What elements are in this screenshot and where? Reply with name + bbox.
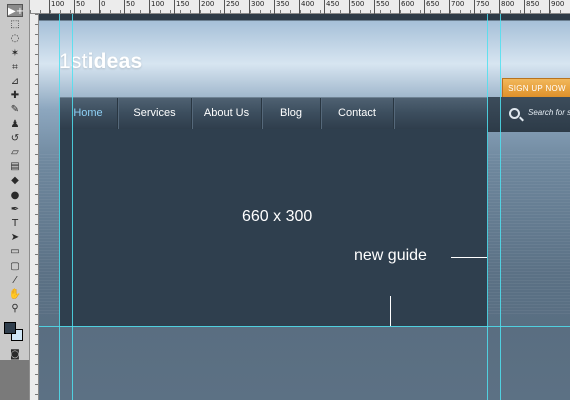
ruler-major-tick — [524, 0, 525, 14]
history-brush-tool[interactable]: ↺ — [7, 132, 23, 145]
magic-wand-tool[interactable]: ✶ — [7, 47, 23, 60]
ruler-major-tick — [224, 0, 225, 14]
ruler-label: 550 — [376, 0, 390, 8]
blur-tool[interactable]: ◆ — [7, 174, 23, 187]
hand-tool[interactable]: ✋ — [7, 288, 23, 301]
ruler-major-tick — [49, 0, 50, 14]
brush-tool[interactable]: ✎ — [7, 103, 23, 116]
pen-tool[interactable]: ✒ — [7, 203, 23, 216]
nav-item-home[interactable]: Home — [59, 98, 118, 129]
ruler-label: 0 — [101, 0, 106, 8]
logo-thin-text: 1st — [59, 50, 88, 73]
path-selection-tool[interactable]: ➤ — [7, 231, 23, 244]
nav-item-services[interactable]: Services — [118, 98, 192, 129]
ruler-label: 900 — [551, 0, 565, 8]
logo-bold-text: ideas — [87, 50, 143, 73]
document-canvas[interactable]: 1stideas SIGN UP NOW Home Services About… — [39, 14, 570, 400]
ruler-label: 400 — [301, 0, 315, 8]
stamp-tool[interactable]: ♟ — [7, 118, 23, 131]
type-tool[interactable]: T — [7, 217, 23, 230]
gradient-tool[interactable]: ▤ — [7, 160, 23, 173]
move-tool[interactable]: ▶+ — [7, 4, 24, 17]
eyedropper-tool[interactable]: ⁄ — [7, 274, 23, 287]
ruler-label: 800 — [501, 0, 515, 8]
ruler-major-tick — [199, 0, 200, 14]
screen-mode-area — [0, 360, 29, 400]
nav-item-blog[interactable]: Blog — [262, 98, 321, 129]
ruler-major-tick — [124, 0, 125, 14]
ruler-label: 50 — [126, 0, 135, 8]
ruler-major-tick — [349, 0, 350, 14]
vertical-ruler[interactable] — [30, 14, 39, 400]
ruler-major-tick — [324, 0, 325, 14]
notes-tool[interactable]: ▢ — [7, 260, 23, 273]
ruler-label: 750 — [476, 0, 490, 8]
ruler-major-tick — [499, 0, 500, 14]
ruler-label: 350 — [276, 0, 290, 8]
guide-vertical[interactable] — [500, 14, 501, 400]
horizontal-ruler[interactable]: 100 50 0 50 100 150 200 250 300 350 400 450 500 550 60… — [30, 0, 570, 14]
ruler-major-tick — [99, 0, 100, 14]
annotation-line-horizontal — [451, 257, 487, 258]
ruler-label: 500 — [351, 0, 365, 8]
annotation-line-vertical — [390, 296, 391, 326]
main-nav: Home Services About Us Blog Contact — [59, 97, 488, 129]
ruler-label: 850 — [526, 0, 540, 8]
top-strip — [39, 14, 570, 20]
guide-vertical[interactable] — [59, 14, 60, 400]
guide-vertical[interactable] — [72, 14, 73, 400]
healing-brush-tool[interactable]: ✚ — [7, 89, 23, 102]
dodge-tool[interactable]: ● — [7, 189, 23, 202]
dimensions-label: 660 x 300 — [242, 208, 313, 225]
ruler-major-tick — [449, 0, 450, 14]
content-placeholder-block — [59, 129, 488, 326]
ruler-label: 600 — [401, 0, 415, 8]
ruler-major-tick — [299, 0, 300, 14]
ruler-label: 200 — [201, 0, 215, 8]
ruler-major-tick — [549, 0, 550, 14]
eraser-tool[interactable]: ▱ — [7, 146, 23, 159]
lower-content-area — [39, 326, 570, 400]
nav-item-about-us[interactable]: About Us — [192, 98, 262, 129]
ruler-label: 100 — [151, 0, 165, 8]
ruler-major-tick — [74, 0, 75, 14]
ruler-label: 150 — [176, 0, 190, 8]
signup-button[interactable]: SIGN UP NOW — [502, 78, 570, 99]
ruler-label: 700 — [451, 0, 465, 8]
ruler-label: 100 — [51, 0, 65, 8]
nav-item-contact[interactable]: Contact — [321, 98, 394, 129]
ruler-major-tick — [174, 0, 175, 14]
guide-horizontal[interactable] — [39, 326, 570, 327]
crop-tool[interactable]: ⌗ — [7, 61, 23, 74]
foreground-color-swatch[interactable] — [4, 322, 16, 334]
marquee-tool[interactable]: ⬚ — [7, 18, 23, 31]
ruler-major-tick — [374, 0, 375, 14]
ruler-major-tick — [249, 0, 250, 14]
ruler-label: 450 — [326, 0, 340, 8]
ruler-major-tick — [149, 0, 150, 14]
ruler-major-tick — [474, 0, 475, 14]
ruler-major-tick — [399, 0, 400, 14]
slice-tool[interactable]: ⊿ — [7, 75, 23, 88]
ruler-label: 50 — [76, 0, 85, 8]
tools-panel: ▶+ ⬚ ◌ ✶ ⌗ ⊿ ✚ ✎ ♟ ↺ ▱ ▤ ◆ ● ✒ T ➤ ▭ ▢ ⁄ ✋ ⚲ ◙ — [0, 0, 30, 400]
search-icon[interactable] — [509, 108, 520, 119]
ruler-label: 300 — [251, 0, 265, 8]
shape-tool[interactable]: ▭ — [7, 245, 23, 258]
ruler-label: 650 — [426, 0, 440, 8]
ruler-label: 250 — [226, 0, 240, 8]
lasso-tool[interactable]: ◌ — [7, 32, 23, 45]
new-guide-annotation: new guide — [354, 247, 427, 264]
ruler-major-tick — [424, 0, 425, 14]
zoom-tool[interactable]: ⚲ — [7, 302, 23, 315]
ruler-major-tick — [274, 0, 275, 14]
search-input[interactable]: Search for so — [528, 108, 570, 117]
guide-vertical[interactable] — [487, 14, 488, 400]
